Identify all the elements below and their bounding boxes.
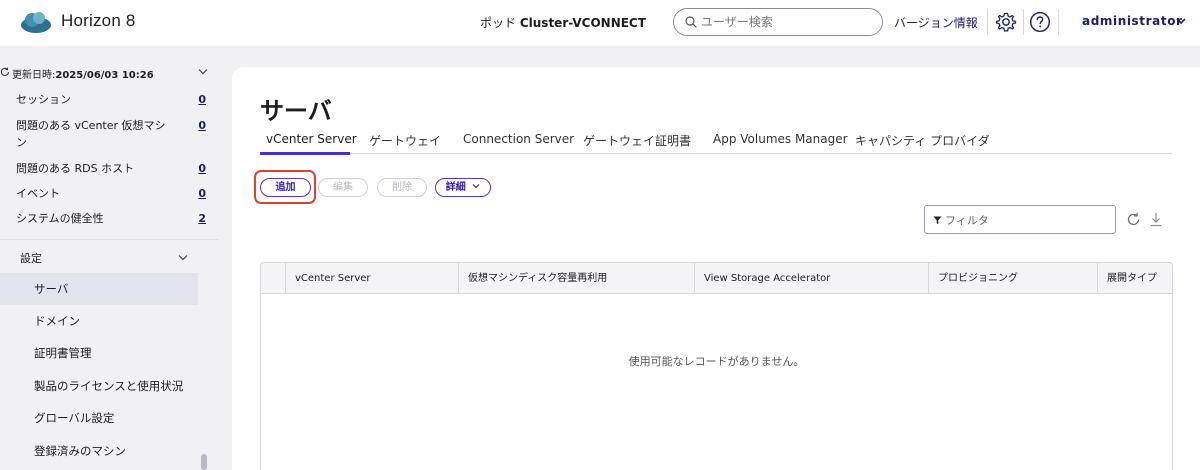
more-button[interactable]: 詳細 <box>435 178 491 197</box>
pod-label: ポッド <box>480 16 517 30</box>
servers-table: vCenter Server 仮想マシンディスク容量再利用 View Stora… <box>260 262 1173 470</box>
page-title: サーバ <box>260 97 332 125</box>
help-icon[interactable] <box>1029 11 1051 33</box>
tab-gateway[interactable]: ゲートウェイ <box>369 132 441 154</box>
refresh-label: 更新日時: <box>12 70 56 81</box>
header-divider <box>1023 9 1024 35</box>
sidebar: 更新日時:2025/06/03 10:26 セッション 0 問題のある vCen… <box>0 46 218 470</box>
download-icon[interactable] <box>1149 212 1163 227</box>
tab-bar: vCenter Server ゲートウェイ Connection Server … <box>260 132 1172 154</box>
stat-label: システムの健全性 <box>16 212 104 225</box>
column-divider <box>285 263 286 294</box>
stat-problem-vcenter-vms[interactable]: 問題のある vCenter 仮想マシン 0 <box>16 117 208 151</box>
sidebar-item-certificate-management[interactable]: 証明書管理 <box>0 337 198 369</box>
filter-input[interactable] <box>945 212 1105 228</box>
stat-system-health[interactable]: システムの健全性 2 <box>16 210 208 227</box>
column-divider[interactable] <box>694 263 695 294</box>
user-search-input[interactable] <box>701 13 871 31</box>
header-divider <box>1058 9 1059 35</box>
sidebar-scrollbar[interactable] <box>199 239 211 470</box>
stat-label: セッション <box>16 93 71 106</box>
settings-group-header[interactable]: 設定 <box>20 250 42 266</box>
stat-count[interactable]: 0 <box>198 117 206 134</box>
chevron-down-icon[interactable] <box>178 254 188 261</box>
stat-problem-rds-hosts[interactable]: 問題のある RDS ホスト 0 <box>16 160 208 177</box>
stat-label: 問題のある vCenter 仮想マシン <box>16 119 166 149</box>
search-icon <box>685 16 697 28</box>
user-menu-name[interactable]: administrator <box>1082 14 1183 28</box>
column-header-provisioning[interactable]: プロビジョニング <box>938 263 1018 294</box>
tab-vcenter-server[interactable]: vCenter Server <box>266 132 357 154</box>
refresh-icon[interactable] <box>0 67 10 77</box>
stat-count[interactable]: 0 <box>198 91 206 108</box>
sidebar-item-domains[interactable]: ドメイン <box>0 305 198 337</box>
column-header-vcenter-server[interactable]: vCenter Server <box>295 263 371 294</box>
chevron-down-icon <box>472 184 480 189</box>
edit-button[interactable]: 編集 <box>318 178 368 197</box>
stat-label: 問題のある RDS ホスト <box>16 162 135 175</box>
sidebar-item-global-settings[interactable]: グローバル設定 <box>0 402 198 434</box>
column-header-deployment-type[interactable]: 展開タイプ <box>1107 263 1157 294</box>
tab-connection-server[interactable]: Connection Server <box>463 132 574 154</box>
about-link[interactable]: バージョン情報 <box>894 14 978 31</box>
active-tab-indicator <box>260 152 350 155</box>
gear-icon[interactable] <box>995 11 1017 33</box>
pod-indicator: ポッド Cluster-VCONNECT <box>480 14 646 31</box>
column-divider[interactable] <box>458 263 459 294</box>
sidebar-item-product-licensing[interactable]: 製品のライセンスと使用状況 <box>0 370 198 402</box>
chevron-down-icon[interactable] <box>1176 17 1186 25</box>
column-divider[interactable] <box>1097 263 1098 294</box>
stat-count[interactable]: 0 <box>198 185 206 202</box>
sidebar-scrollbar-thumb[interactable] <box>201 454 207 470</box>
top-header: Horizon 8 ポッド Cluster-VCONNECT バージョン情報 a… <box>0 0 1200 46</box>
user-search-box[interactable] <box>673 8 883 36</box>
filter-icon <box>933 216 942 225</box>
refresh-time: 2025/06/03 10:26 <box>55 70 154 81</box>
stat-label: イベント <box>16 187 60 200</box>
refresh-row[interactable]: 更新日時:2025/06/03 10:26 <box>0 66 218 82</box>
main-panel: サーバ vCenter Server ゲートウェイ Connection Ser… <box>232 67 1200 470</box>
column-header-view-storage-accelerator[interactable]: View Storage Accelerator <box>704 263 830 294</box>
column-header-disk-reclamation[interactable]: 仮想マシンディスク容量再利用 <box>468 263 607 294</box>
refresh-timestamp: 更新日時:2025/06/03 10:26 <box>12 66 154 81</box>
app-title: Horizon 8 <box>61 11 136 30</box>
chevron-down-icon[interactable] <box>198 68 208 75</box>
header-divider <box>987 9 988 35</box>
sidebar-item-servers[interactable]: サーバ <box>0 273 198 305</box>
sidebar-item-registered-machines[interactable]: 登録済みのマシン <box>0 435 198 467</box>
tab-capacity-provider[interactable]: キャパシティ プロバイダ <box>855 132 990 154</box>
add-button[interactable]: 追加 <box>260 178 311 197</box>
refresh-icon[interactable] <box>1126 212 1141 227</box>
more-button-label: 詳細 <box>445 182 466 193</box>
delete-button[interactable]: 削除 <box>377 178 427 197</box>
sidebar-divider <box>0 239 218 240</box>
tab-gateway-certificate[interactable]: ゲートウェイ証明書 <box>583 132 691 154</box>
stat-events[interactable]: イベント 0 <box>16 185 208 202</box>
column-divider[interactable] <box>928 263 929 294</box>
stat-count[interactable]: 0 <box>198 160 206 177</box>
stat-count[interactable]: 2 <box>198 210 206 227</box>
tab-app-volumes-manager[interactable]: App Volumes Manager <box>713 132 848 154</box>
empty-table-message: 使用可能なレコードがありません。 <box>628 355 805 368</box>
table-header: vCenter Server 仮想マシンディスク容量再利用 View Stora… <box>261 263 1172 294</box>
horizon-logo-icon <box>21 12 51 33</box>
filter-box[interactable] <box>924 205 1116 234</box>
pod-name: Cluster-VCONNECT <box>519 16 646 30</box>
stat-sessions[interactable]: セッション 0 <box>16 91 208 108</box>
